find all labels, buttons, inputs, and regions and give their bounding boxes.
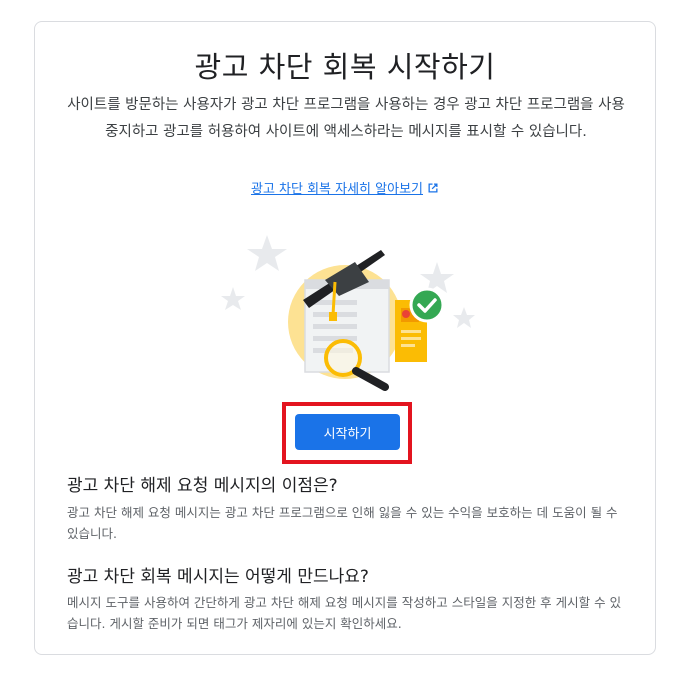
section-title-how-to: 광고 차단 회복 메시지는 어떻게 만드나요?: [67, 567, 369, 587]
star-icon: [247, 235, 287, 271]
checkmark-icon: [409, 287, 445, 323]
page-description: 사이트를 방문하는 사용자가 광고 차단 프로그램을 사용하는 경우 광고 차단…: [67, 97, 625, 140]
star-icon: [453, 307, 475, 328]
page-title: 광고 차단 회복 시작하기: [194, 50, 496, 84]
ad-blocking-recovery-card: 광고 차단 회복 시작하기 사이트를 방문하는 사용자가 광고 차단 프로그램을…: [34, 21, 656, 655]
section-body-benefits: 광고 차단 해제 요청 메시지는 광고 차단 프로그램으로 인해 잃을 수 있는…: [67, 505, 618, 541]
section-title-benefits: 광고 차단 해제 요청 메시지의 이점은?: [67, 476, 338, 496]
section-body-how-to: 메시지 도구를 사용하여 간단하게 광고 차단 해제 요청 메시지를 작성하고 …: [67, 595, 622, 631]
start-button[interactable]: 시작하기: [295, 414, 400, 450]
star-icon: [221, 287, 245, 310]
learn-more-link[interactable]: 광고 차단 회복 자세히 알아보기: [35, 178, 655, 197]
external-link-icon: [428, 183, 438, 193]
ad-recovery-illustration: [221, 235, 475, 391]
learn-more-label[interactable]: 광고 차단 회복 자세히 알아보기: [251, 182, 423, 197]
